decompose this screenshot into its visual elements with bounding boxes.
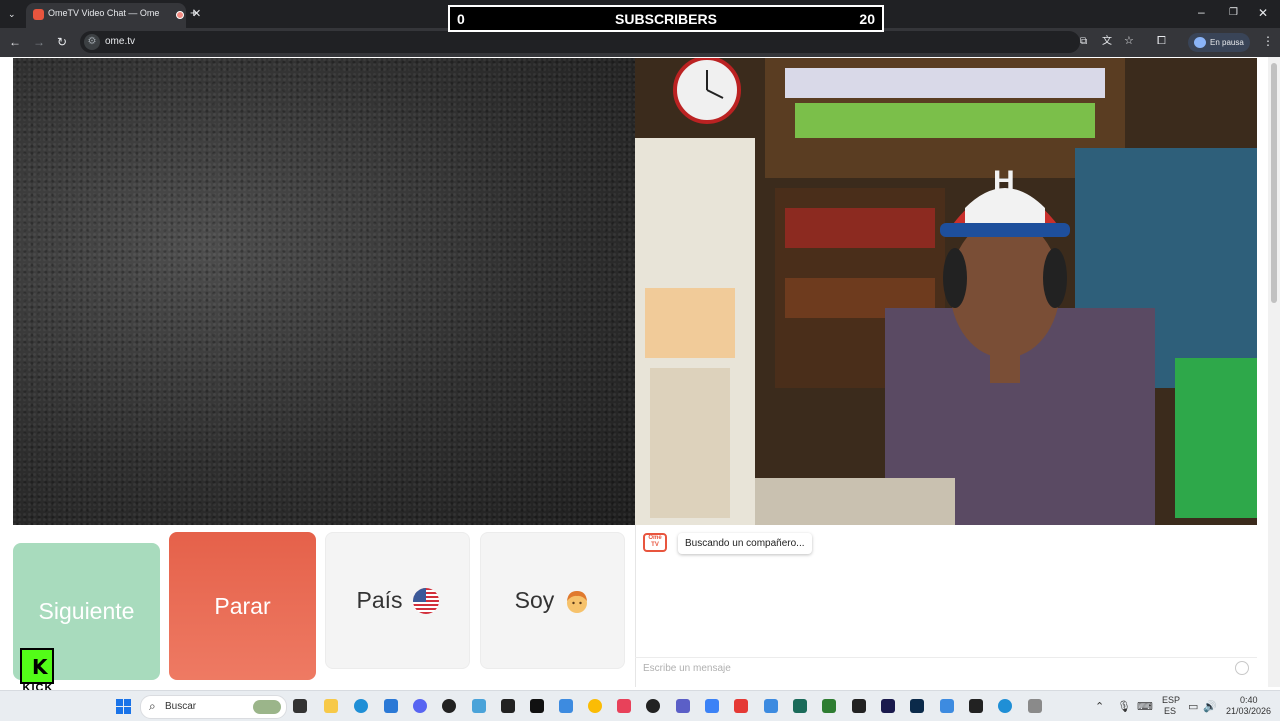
ometv-page: H Siguiente Parar País Soy Ome TV Buscan… <box>0 57 1280 687</box>
obs-icon[interactable] <box>442 699 456 713</box>
subscriber-goal-overlay: 0 SUBSCRIBERS 20 <box>448 5 884 32</box>
chrome-icon[interactable] <box>588 699 602 713</box>
excel-icon[interactable] <box>822 699 836 713</box>
profile-status: En pausa <box>1210 38 1244 47</box>
status-message: Buscando un compañero... <box>678 533 812 554</box>
taskbar-search[interactable]: ⌕ Buscar <box>140 695 287 719</box>
epic-games-icon[interactable] <box>501 699 515 713</box>
capcut-icon-2[interactable] <box>969 699 983 713</box>
kick-logo: K KICK <box>17 648 59 694</box>
menu-icon[interactable]: ⋮ <box>1262 35 1274 47</box>
bookmark-star-icon[interactable]: ☆ <box>1124 35 1134 47</box>
clock-date: 21/03/2026 <box>1226 706 1272 716</box>
volume-icon[interactable]: 🔊 <box>1203 700 1217 713</box>
edge-icon[interactable] <box>354 699 368 713</box>
country-filter-button[interactable]: País <box>325 532 470 669</box>
url-text: ome.tv <box>105 36 136 47</box>
svg-text:H: H <box>993 165 1015 198</box>
browser-toolbar: ← → ↻ ⚙ ome.tv ⧉ 文 ☆ ⧠ En pausa ⋮ <box>0 28 1280 57</box>
app-icon-7[interactable] <box>940 699 954 713</box>
stop-label: Parar <box>214 592 271 619</box>
close-window-icon[interactable]: ✕ <box>1258 7 1268 19</box>
kick-letter: K <box>32 655 48 679</box>
discord-icon[interactable] <box>413 699 427 713</box>
ometv-logo: Ome TV <box>643 533 667 552</box>
file-explorer-icon[interactable] <box>324 699 338 713</box>
recording-icon <box>176 11 184 19</box>
page-scrollbar[interactable] <box>1268 57 1280 687</box>
language-region: ES <box>1164 706 1177 716</box>
maximize-icon[interactable]: ❐ <box>1229 7 1238 19</box>
gender-label: Soy <box>514 587 555 613</box>
premiere-icon[interactable] <box>881 699 895 713</box>
app-icon-2[interactable] <box>705 699 719 713</box>
message-placeholder: Escribe un mensaje <box>643 663 731 674</box>
forward-icon[interactable]: → <box>33 36 45 48</box>
site-info-icon[interactable]: ⚙ <box>84 34 100 50</box>
search-highlight-icon <box>253 700 281 714</box>
app-icon-6[interactable] <box>852 699 866 713</box>
task-view-icon[interactable] <box>293 699 307 713</box>
search-icon: ⌕ <box>149 699 156 713</box>
country-label: País <box>356 587 403 613</box>
tab-title: OmeTV Video Chat — Ome <box>48 8 160 18</box>
app-icon-3[interactable] <box>734 699 748 713</box>
tab-search-icon[interactable]: ⌄ <box>8 8 16 20</box>
scrollbar-thumb[interactable] <box>1271 63 1277 303</box>
microphone-icon[interactable]: 🎙 <box>1117 700 1131 713</box>
address-bar[interactable]: ⚙ ome.tv <box>80 31 1080 53</box>
photos-icon[interactable] <box>472 699 486 713</box>
app-icon[interactable] <box>559 699 573 713</box>
kick-app-icon[interactable] <box>530 699 544 713</box>
cast-icon[interactable]: ⧉ <box>1080 36 1087 48</box>
message-input[interactable]: Escribe un mensaje <box>635 657 1257 680</box>
capcut-icon[interactable] <box>646 699 660 713</box>
store-icon[interactable] <box>384 699 398 713</box>
goal-target-count: 20 <box>859 11 875 27</box>
new-tab-icon[interactable]: + <box>190 6 198 19</box>
camera-scene: H <box>635 58 1257 525</box>
ometv-favicon <box>33 9 44 20</box>
extensions-icon[interactable]: ⧠ <box>1157 35 1166 47</box>
avatar <box>1194 37 1206 48</box>
teams-icon[interactable] <box>676 699 690 713</box>
partner-video-static <box>13 58 635 525</box>
tray-chevron-icon[interactable]: ⌃ <box>1095 700 1104 713</box>
boy-emoji-icon <box>567 590 588 613</box>
app-icon-4[interactable] <box>764 699 778 713</box>
app-icon-9[interactable] <box>1028 699 1042 713</box>
kick-badge: K <box>20 648 54 684</box>
stop-button[interactable]: Parar <box>169 532 316 680</box>
windows-taskbar: ⌕ Buscar ⌃ 🎙 ⌨ ESP ES ▭ 🔊 0:40 21/03/202… <box>0 690 1280 721</box>
next-label: Siguiente <box>38 598 135 624</box>
gender-button[interactable]: Soy <box>480 532 625 669</box>
app-icon-8[interactable] <box>998 699 1012 713</box>
tab-ometv[interactable]: OmeTV Video Chat — Ome ✕ <box>26 3 201 28</box>
reload-icon[interactable]: ↻ <box>57 36 67 48</box>
photoshop-icon[interactable] <box>910 699 924 713</box>
translate-icon[interactable]: 文 <box>1102 36 1112 48</box>
profile-chip[interactable]: En pausa <box>1188 33 1250 52</box>
tiktok-icon[interactable] <box>617 699 631 713</box>
goal-label: SUBSCRIBERS <box>615 11 717 27</box>
app-icon-5[interactable] <box>793 699 807 713</box>
network-icon[interactable]: ▭ <box>1188 700 1198 713</box>
us-flag-icon <box>412 587 439 614</box>
clock-time[interactable]: 0:40 <box>1240 695 1258 705</box>
minimize-icon[interactable]: – <box>1198 6 1205 18</box>
keyboard-icon[interactable]: ⌨ <box>1137 700 1153 713</box>
emoji-icon[interactable] <box>1235 661 1249 675</box>
self-camera-video: H <box>635 58 1257 525</box>
search-placeholder: Buscar <box>165 701 197 712</box>
back-icon[interactable]: ← <box>9 36 21 48</box>
windows-start-icon[interactable] <box>116 699 131 714</box>
language-code[interactable]: ESP <box>1162 695 1180 705</box>
